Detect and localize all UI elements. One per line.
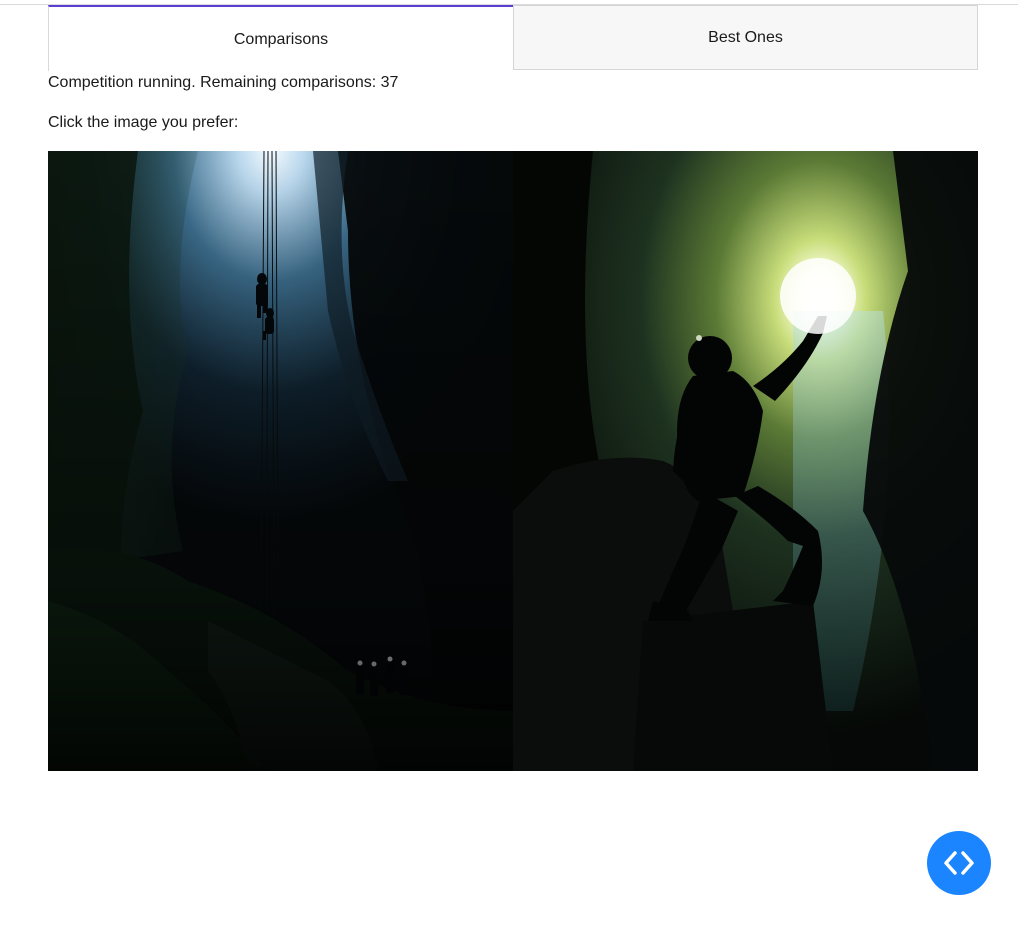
left-image-option[interactable] <box>48 151 513 771</box>
tab-comparisons[interactable]: Comparisons <box>48 5 513 71</box>
code-chevrons-icon <box>944 851 974 875</box>
comparison-images <box>48 151 978 771</box>
selection-prompt: Click the image you prefer: <box>48 114 239 131</box>
competition-status: Competition running. Remaining compariso… <box>48 74 399 91</box>
code-toggle-button[interactable] <box>927 831 991 895</box>
right-image-option[interactable] <box>513 151 978 771</box>
tab-best-ones-label: Best Ones <box>708 28 783 46</box>
tab-comparisons-label: Comparisons <box>233 31 329 48</box>
tab-bar: Comparisons Best Ones <box>48 5 978 71</box>
tab-best-ones[interactable]: Best Ones <box>513 5 978 70</box>
